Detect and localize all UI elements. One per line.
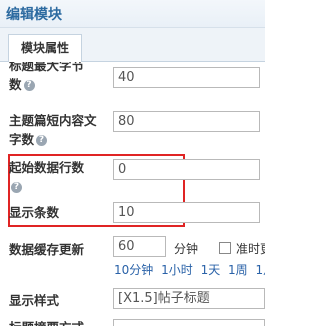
title-max-chars-label: 标题最大字节 数? bbox=[9, 62, 85, 92]
cache-update-input[interactable]: 60 bbox=[113, 236, 166, 257]
tab-module-properties[interactable]: 模块属性 bbox=[8, 34, 82, 63]
page-title: 编辑模块 bbox=[6, 7, 62, 23]
title-max-chars-input[interactable]: 40 bbox=[113, 67, 260, 88]
help-icon[interactable]: ? bbox=[23, 80, 35, 91]
summary-chars-label: 主题篇短内容文 字数? bbox=[9, 113, 97, 147]
on-time-label: 准时更 bbox=[236, 242, 265, 256]
properties-panel: 标题最大字节 数? 40 主题篇短内容文 字数? 80 起始数据行数 ? 0 显… bbox=[0, 62, 265, 326]
summary-chars-input[interactable]: 80 bbox=[113, 111, 260, 132]
bottom-partial-label: 标题摘要方式 bbox=[9, 318, 84, 326]
cache-update-label: 数据缓存更新 bbox=[9, 242, 85, 257]
start-row-label: 起始数据行数 ? bbox=[9, 160, 85, 193]
quick-link-1day[interactable]: 1天 bbox=[201, 263, 221, 277]
on-time-checkbox[interactable] bbox=[219, 242, 231, 254]
display-count-label: 显示条数 bbox=[9, 205, 60, 220]
quick-link-10min[interactable]: 10分钟 bbox=[114, 263, 153, 277]
quick-link-1hour[interactable]: 1小时 bbox=[161, 263, 193, 277]
tab-bar: 模块属性 bbox=[0, 28, 265, 63]
cache-quick-links: 10分钟 1小时 1天 1周 1月 bbox=[114, 261, 265, 278]
help-icon[interactable]: ? bbox=[11, 182, 22, 193]
quick-link-1week[interactable]: 1周 bbox=[228, 263, 248, 277]
bottom-partial-input[interactable] bbox=[113, 319, 265, 326]
display-style-select[interactable]: [X1.5]帖子标题 bbox=[113, 288, 265, 309]
start-row-input[interactable]: 0 bbox=[113, 159, 260, 180]
window-header: 编辑模块 bbox=[0, 0, 265, 28]
quick-link-1month[interactable]: 1月 bbox=[256, 263, 265, 277]
help-icon[interactable]: ? bbox=[36, 135, 48, 146]
display-count-input[interactable]: 10 bbox=[113, 202, 260, 223]
display-style-label: 显示样式 bbox=[9, 293, 60, 308]
cache-unit-label: 分钟 bbox=[174, 242, 199, 256]
